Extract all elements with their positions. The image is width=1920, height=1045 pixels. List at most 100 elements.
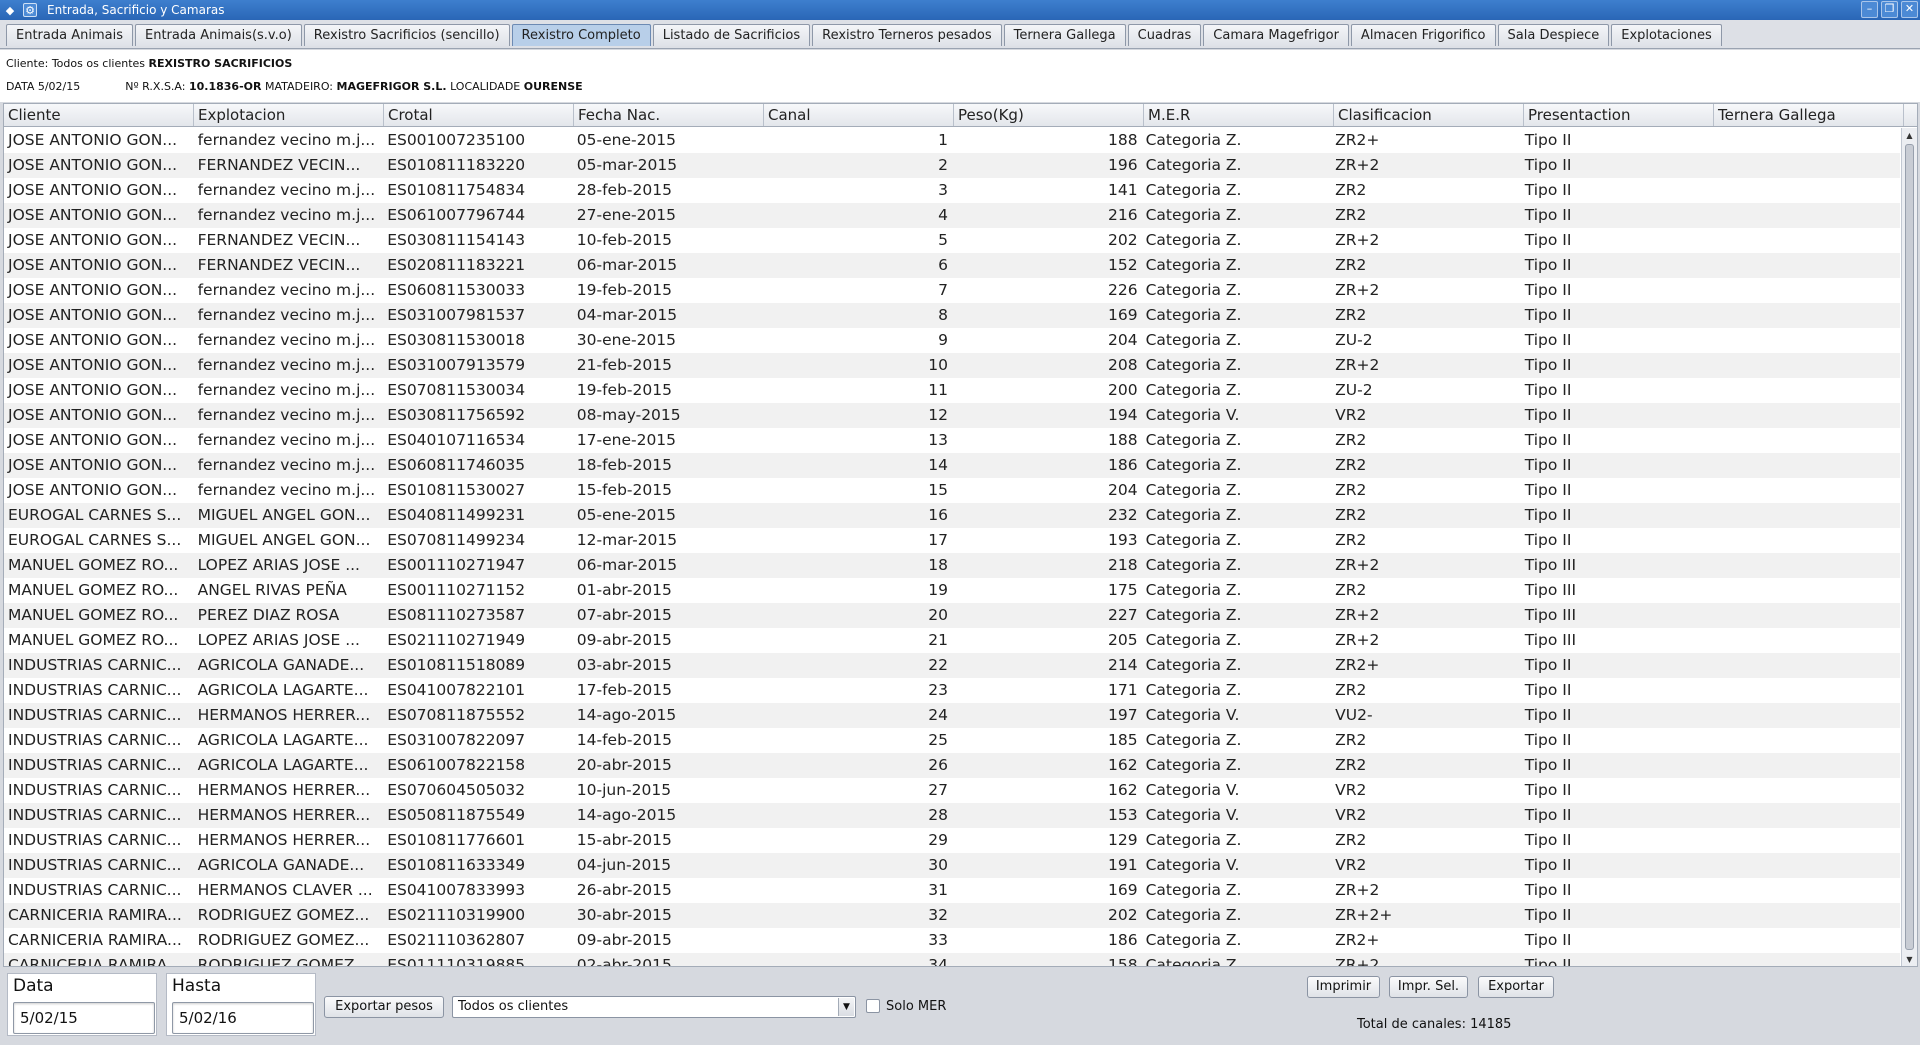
table-row[interactable]: JOSE ANTONIO GON... fernandez vecino m.j.… [4, 378, 1900, 403]
table-cell: Tipo II [1524, 731, 1572, 749]
table-body[interactable]: JOSE ANTONIO GON... fernandez vecino m.j.… [4, 128, 1900, 966]
tab-10[interactable]: Sala Despiece [1497, 24, 1610, 46]
table-cell: 152 [1107, 256, 1138, 274]
table-row[interactable]: INDUSTRIAS CARNIC... AGRICOLA LAGARTE... E… [4, 728, 1900, 753]
column-header-3[interactable]: Fecha Nac. [574, 104, 764, 126]
table-row[interactable]: INDUSTRIAS CARNIC... HERMANOS HERRER... ES… [4, 703, 1900, 728]
table-row[interactable]: INDUSTRIAS CARNIC... AGRICOLA LAGARTE... E… [4, 678, 1900, 703]
table-row[interactable]: CARNICERIA RAMIRA... RODRIGUEZ GOMEZ... ES… [4, 928, 1900, 953]
table-cell: ES070811499234 [387, 531, 526, 549]
print-selection-button[interactable]: Impr. Sel. [1389, 976, 1468, 998]
column-header-8[interactable]: Presentaction [1524, 104, 1714, 126]
tab-5[interactable]: Rexistro Terneros pesados [812, 24, 1002, 46]
table-row[interactable]: MANUEL GOMEZ RO... PEREZ DIAZ ROSA ES08111… [4, 603, 1900, 628]
tab-6[interactable]: Ternera Gallega [1003, 24, 1126, 46]
solo-mer-checkbox[interactable] [866, 999, 880, 1013]
table-cell: Tipo II [1524, 931, 1572, 949]
tab-7[interactable]: Cuadras [1127, 24, 1202, 46]
column-header-5[interactable]: Peso(Kg) [954, 104, 1144, 126]
table-row[interactable]: INDUSTRIAS CARNIC... AGRICOLA GANADE... ES… [4, 653, 1900, 678]
tab-2[interactable]: Rexistro Sacrificios (sencillo) [303, 24, 510, 46]
date-from-input[interactable] [13, 1002, 155, 1034]
table-cell: JOSE ANTONIO GON... [8, 156, 178, 174]
tab-0[interactable]: Entrada Animais [6, 24, 133, 46]
table-row[interactable]: JOSE ANTONIO GON... fernandez vecino m.j.… [4, 478, 1900, 503]
table-row[interactable]: JOSE ANTONIO GON... fernandez vecino m.j.… [4, 128, 1900, 153]
table-cell: ES041007833993 [387, 881, 526, 899]
print-button[interactable]: Imprimir [1307, 976, 1380, 998]
table-row[interactable]: MANUEL GOMEZ RO... LOPEZ ARIAS JOSE ... ES… [4, 553, 1900, 578]
table-cell: LOPEZ ARIAS JOSE ... [197, 556, 360, 574]
table-row[interactable]: INDUSTRIAS CARNIC... HERMANOS CLAVER ... E… [4, 878, 1900, 903]
export-weights-button[interactable]: Exportar pesos [324, 996, 444, 1018]
table-row[interactable]: JOSE ANTONIO GON... fernandez vecino m.j.… [4, 178, 1900, 203]
tab-4[interactable]: Listado de Sacrificios [652, 24, 811, 46]
table-cell: Tipo II [1524, 156, 1572, 174]
table-cell: Tipo II [1524, 131, 1572, 149]
table-cell [1710, 403, 1900, 428]
table-row[interactable]: JOSE ANTONIO GON... FERNANDEZ VECIN... ES0… [4, 153, 1900, 178]
table-row[interactable]: INDUSTRIAS CARNIC... AGRICOLA LAGARTE... E… [4, 753, 1900, 778]
tab-3[interactable]: Rexistro Completo [511, 24, 651, 46]
date-to-box: Hasta [166, 973, 316, 1036]
client-select[interactable]: Todos os clientes ▼ [452, 996, 856, 1018]
table-row[interactable]: INDUSTRIAS CARNIC... HERMANOS HERRER... ES… [4, 828, 1900, 853]
table-cell: Categoria Z. [1145, 131, 1242, 149]
table-row[interactable]: JOSE ANTONIO GON... fernandez vecino m.j.… [4, 203, 1900, 228]
table-row[interactable]: JOSE ANTONIO GON... fernandez vecino m.j.… [4, 403, 1900, 428]
column-header-2[interactable]: Crotal [384, 104, 574, 126]
table-row[interactable]: INDUSTRIAS CARNIC... HERMANOS HERRER... ES… [4, 803, 1900, 828]
table-row[interactable]: EUROGAL CARNES S... MIGUEL ANGEL GON... ES… [4, 528, 1900, 553]
table-row[interactable]: JOSE ANTONIO GON... fernandez vecino m.j.… [4, 453, 1900, 478]
column-header-0[interactable]: Cliente [4, 104, 194, 126]
table-row[interactable]: JOSE ANTONIO GON... fernandez vecino m.j.… [4, 328, 1900, 353]
close-icon[interactable]: ✕ [1901, 1, 1918, 18]
gear-icon[interactable]: ⚙ [23, 3, 37, 17]
tab-11[interactable]: Explotaciones [1611, 24, 1722, 46]
table-cell: 10-jun-2015 [576, 781, 672, 799]
tab-9[interactable]: Almacen Frigorifico [1350, 24, 1496, 46]
table-row[interactable]: EUROGAL CARNES S... MIGUEL ANGEL GON... ES… [4, 503, 1900, 528]
rxsa-label: Nº R.X.S.A: [125, 80, 186, 93]
tab-8[interactable]: Camara Magefrigor [1203, 24, 1349, 46]
table-row[interactable]: INDUSTRIAS CARNIC... AGRICOLA GANADE... ES… [4, 853, 1900, 878]
column-header-4[interactable]: Canal [764, 104, 954, 126]
scroll-up-icon[interactable]: ▲ [1902, 129, 1917, 143]
app-icon[interactable]: ◆ [3, 3, 17, 17]
vertical-scrollbar[interactable]: ▲ ▼ [1901, 128, 1917, 966]
slaughter-table[interactable]: Cliente Explotacion Crotal Fecha Nac. Canal P… [3, 103, 1918, 967]
chevron-down-icon[interactable]: ▼ [838, 998, 854, 1016]
table-row[interactable]: MANUEL GOMEZ RO... ANGEL RIVAS PEÑA ES0011… [4, 578, 1900, 603]
table-cell: ZR2+ [1335, 656, 1380, 674]
column-header-7[interactable]: Clasificacion [1334, 104, 1524, 126]
table-row[interactable]: MANUEL GOMEZ RO... LOPEZ ARIAS JOSE ... ES… [4, 628, 1900, 653]
scroll-down-icon[interactable]: ▼ [1902, 953, 1917, 966]
column-header-9[interactable]: Ternera Gallega [1714, 104, 1904, 126]
table-row[interactable]: INDUSTRIAS CARNIC... HERMANOS HERRER... ES… [4, 778, 1900, 803]
table-cell: 185 [1107, 731, 1138, 749]
table-cell: JOSE ANTONIO GON... [8, 131, 178, 149]
column-header-1[interactable]: Explotacion [194, 104, 384, 126]
table-row[interactable]: CARNICERIA RAMIRA... RODRIGUEZ GOMEZ... ES… [4, 903, 1900, 928]
minimize-icon[interactable]: – [1861, 1, 1878, 18]
table-cell: 194 [1107, 406, 1138, 424]
scroll-thumb[interactable] [1905, 144, 1914, 950]
table-cell: INDUSTRIAS CARNIC... [8, 656, 182, 674]
table-cell: 200 [1107, 381, 1138, 399]
table-cell: Tipo II [1524, 206, 1572, 224]
table-row[interactable]: JOSE ANTONIO GON... fernandez vecino m.j.… [4, 428, 1900, 453]
table-row[interactable]: JOSE ANTONIO GON... fernandez vecino m.j.… [4, 278, 1900, 303]
table-row[interactable]: JOSE ANTONIO GON... fernandez vecino m.j.… [4, 353, 1900, 378]
maximize-icon[interactable]: ❐ [1881, 1, 1898, 18]
date-to-input[interactable] [172, 1002, 314, 1034]
table-row[interactable]: JOSE ANTONIO GON... fernandez vecino m.j.… [4, 303, 1900, 328]
tab-1[interactable]: Entrada Animais(s.v.o) [134, 24, 302, 46]
table-cell: Tipo II [1524, 231, 1572, 249]
export-button[interactable]: Exportar [1478, 976, 1554, 998]
table-cell: 04-jun-2015 [576, 856, 672, 874]
column-header-6[interactable]: M.E.R [1144, 104, 1334, 126]
table-row[interactable]: CARNICERIA RAMIRA... RODRIGUEZ GOMEZ... ES… [4, 953, 1900, 966]
table-row[interactable]: JOSE ANTONIO GON... FERNANDEZ VECIN... ES0… [4, 253, 1900, 278]
table-row[interactable]: JOSE ANTONIO GON... FERNANDEZ VECIN... ES0… [4, 228, 1900, 253]
table-cell: Categoria Z. [1145, 506, 1242, 524]
